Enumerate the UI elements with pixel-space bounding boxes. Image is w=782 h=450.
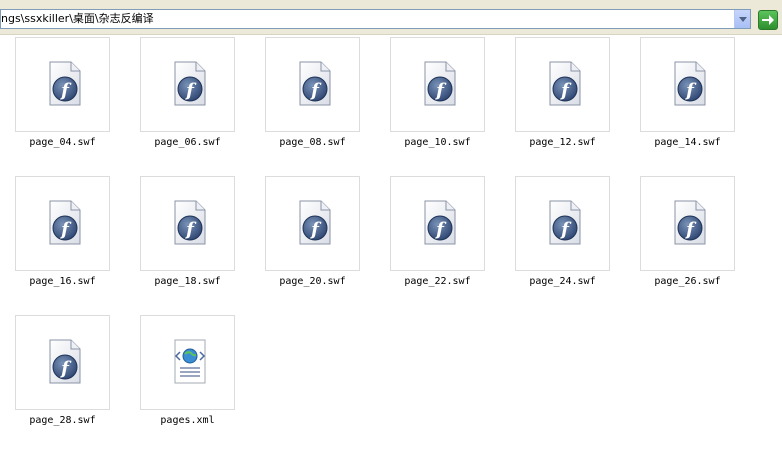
file-thumbnail[interactable]: f [265, 37, 360, 132]
flash-file-icon: f [672, 60, 708, 108]
address-path: ngs\ssxkiller\桌面\杂志反编译 [1, 12, 154, 25]
flash-file-icon: f [672, 199, 708, 247]
flash-file-icon: f [172, 199, 208, 247]
file-name-label[interactable]: page_20.swf [255, 276, 370, 287]
flash-file-icon: f [297, 199, 333, 247]
file-item[interactable]: f page_26.swf [640, 176, 765, 306]
file-item[interactable]: pages.xml [140, 315, 265, 445]
file-name-label[interactable]: page_26.swf [630, 276, 745, 287]
file-thumbnail[interactable]: f [140, 37, 235, 132]
file-name-label[interactable]: page_28.swf [5, 415, 120, 426]
file-thumbnail[interactable]: f [640, 37, 735, 132]
file-thumbnail[interactable]: f [140, 176, 235, 271]
address-input[interactable]: ngs\ssxkiller\桌面\杂志反编译 [0, 9, 751, 29]
file-thumbnail[interactable]: f [15, 37, 110, 132]
flash-file-icon: f [547, 60, 583, 108]
file-name-label[interactable]: page_18.swf [130, 276, 245, 287]
file-item[interactable]: f page_20.swf [265, 176, 390, 306]
file-thumbnail[interactable]: f [515, 176, 610, 271]
file-name-label[interactable]: page_08.swf [255, 137, 370, 148]
address-dropdown-button[interactable] [734, 10, 750, 28]
file-item[interactable]: f page_08.swf [265, 37, 390, 167]
file-item[interactable]: f page_14.swf [640, 37, 765, 167]
file-name-label[interactable]: page_06.swf [130, 137, 245, 148]
file-item[interactable]: f page_06.swf [140, 37, 265, 167]
file-name-label[interactable]: page_14.swf [630, 137, 745, 148]
flash-file-icon: f [422, 60, 458, 108]
file-item[interactable]: f page_04.swf [15, 37, 140, 167]
go-button[interactable] [758, 10, 778, 30]
file-item[interactable]: f page_18.swf [140, 176, 265, 306]
file-item[interactable]: f page_10.swf [390, 37, 515, 167]
file-thumbnail[interactable] [140, 315, 235, 410]
file-name-label[interactable]: page_04.swf [5, 137, 120, 148]
file-thumbnail[interactable]: f [15, 315, 110, 410]
file-name-label[interactable]: page_12.swf [505, 137, 620, 148]
file-thumbnail[interactable]: f [515, 37, 610, 132]
flash-file-icon: f [297, 60, 333, 108]
file-thumbnail[interactable]: f [390, 37, 485, 132]
file-item[interactable]: f page_12.swf [515, 37, 640, 167]
file-name-label[interactable]: pages.xml [130, 415, 245, 426]
file-name-label[interactable]: page_16.swf [5, 276, 120, 287]
file-name-label[interactable]: page_10.swf [380, 137, 495, 148]
flash-file-icon: f [47, 338, 83, 386]
file-thumbnail[interactable]: f [15, 176, 110, 271]
flash-file-icon: f [422, 199, 458, 247]
go-arrow-icon [762, 15, 774, 25]
flash-file-icon: f [47, 60, 83, 108]
file-name-label[interactable]: page_24.swf [505, 276, 620, 287]
file-item[interactable]: f page_24.swf [515, 176, 640, 306]
flash-file-icon: f [547, 199, 583, 247]
address-bar: ngs\ssxkiller\桌面\杂志反编译 [0, 6, 782, 35]
file-thumbnail[interactable]: f [390, 176, 485, 271]
xml-file-icon [172, 338, 208, 386]
file-thumbnail[interactable]: f [265, 176, 360, 271]
flash-file-icon: f [172, 60, 208, 108]
flash-file-icon: f [47, 199, 83, 247]
file-item[interactable]: f page_22.swf [390, 176, 515, 306]
file-name-label[interactable]: page_22.swf [380, 276, 495, 287]
file-item[interactable]: f page_16.swf [15, 176, 140, 306]
file-thumbnail[interactable]: f [640, 176, 735, 271]
file-item[interactable]: f page_28.swf [15, 315, 140, 445]
